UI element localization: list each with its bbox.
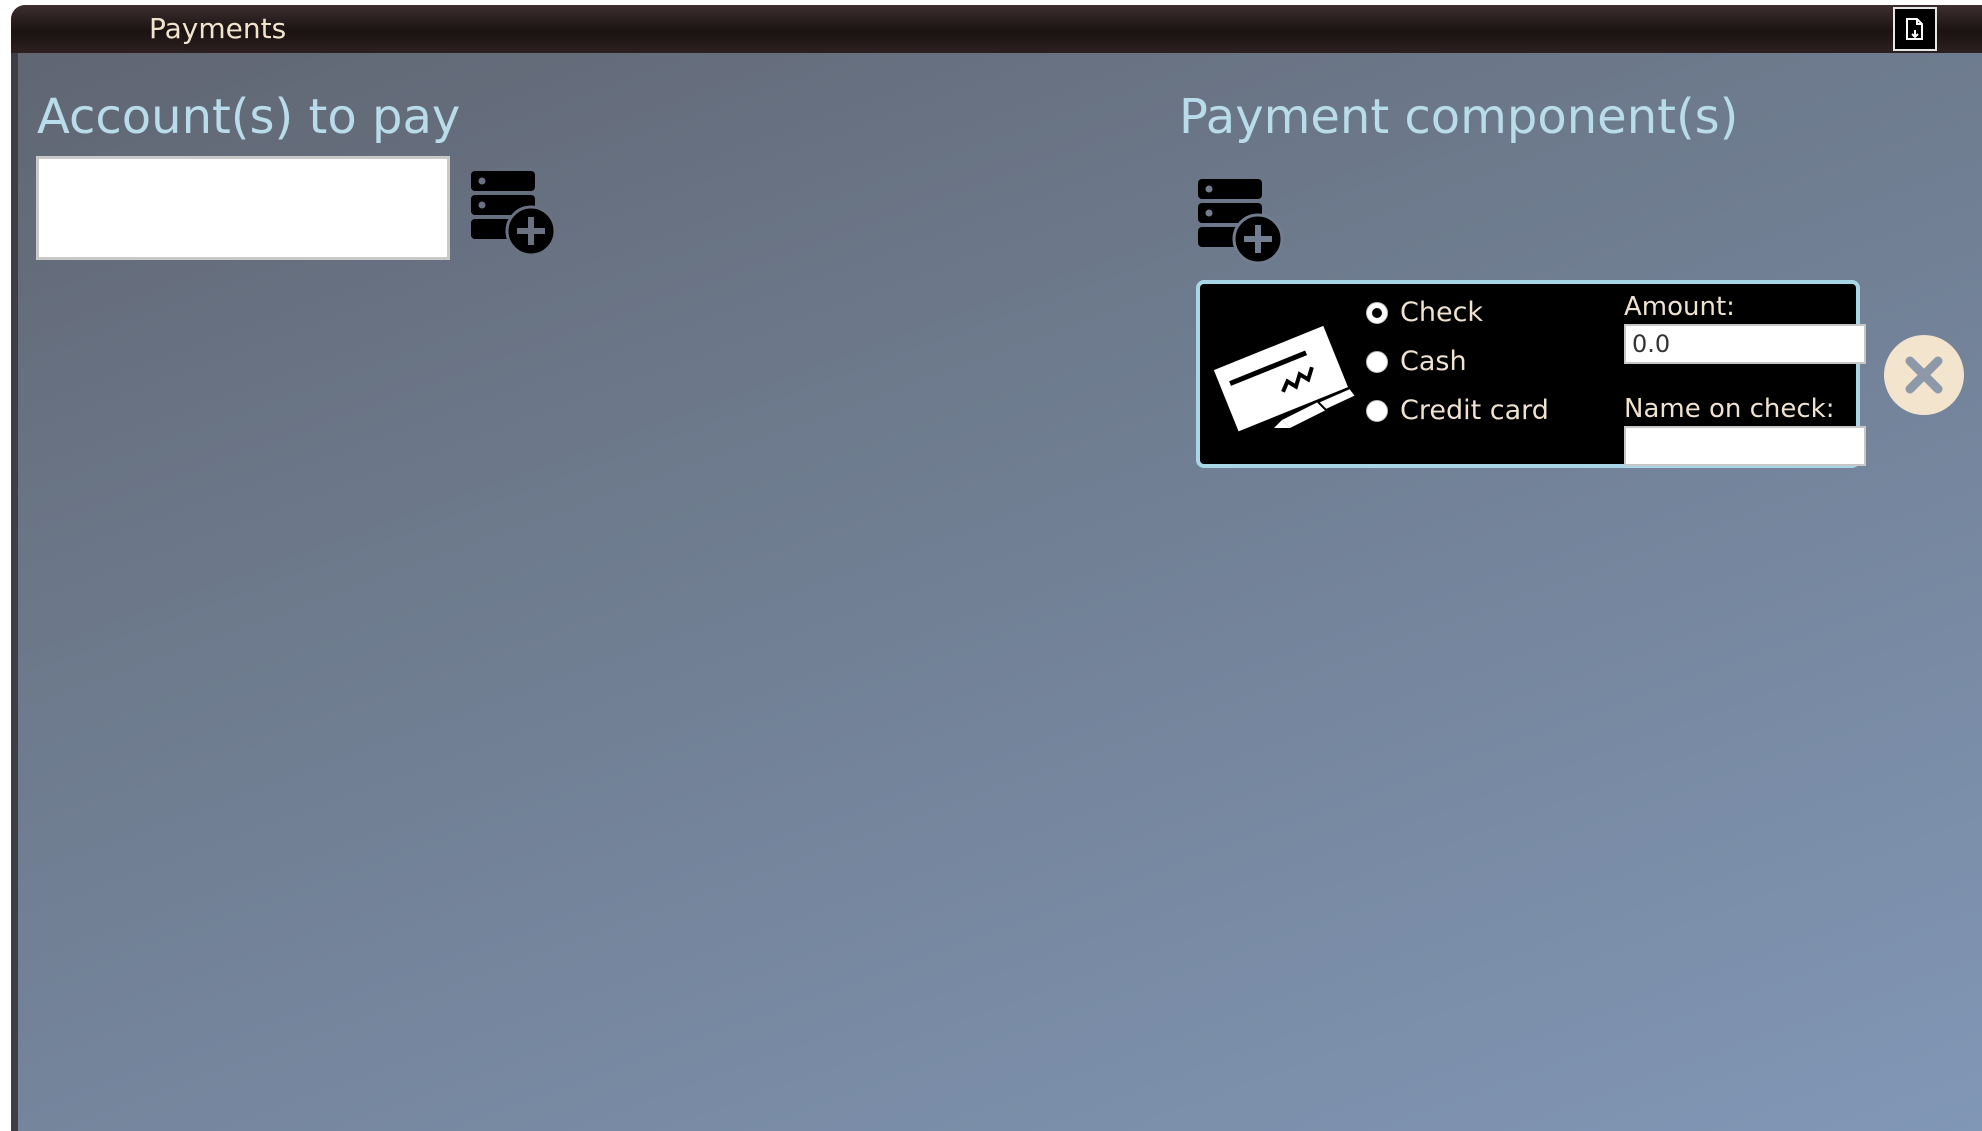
cash-radio-label: Cash	[1400, 346, 1467, 377]
remove-payment-component-button[interactable]	[1884, 335, 1964, 415]
database-add-icon	[1198, 179, 1284, 265]
add-payment-component-button[interactable]	[1194, 175, 1290, 265]
database-add-icon	[471, 171, 557, 257]
payments-window: Payments Account(s) to pay Payment compo…	[11, 5, 1982, 1131]
credit-card-radio[interactable]	[1366, 400, 1388, 422]
name-on-check-input[interactable]	[1624, 426, 1866, 466]
add-account-button[interactable]	[467, 167, 563, 257]
credit-card-radio-label: Credit card	[1400, 395, 1549, 426]
payments-section-title: Payment component(s)	[1179, 89, 1739, 145]
payment-method-credit-card[interactable]: Credit card	[1366, 396, 1549, 426]
window-left-edge	[11, 51, 18, 1131]
window-title: Payments	[149, 12, 287, 45]
payment-method-cash[interactable]: Cash	[1366, 347, 1467, 377]
check-radio-label: Check	[1400, 297, 1484, 328]
title-bar: Payments	[11, 5, 1982, 53]
amount-label: Amount:	[1624, 292, 1735, 322]
account-input[interactable]	[36, 156, 450, 260]
check-payment-icon	[1213, 325, 1358, 432]
close-icon	[1905, 356, 1943, 394]
document-button[interactable]	[1893, 7, 1937, 51]
name-on-check-label: Name on check:	[1624, 394, 1835, 424]
document-icon	[1906, 18, 1923, 40]
payment-method-check[interactable]: Check	[1366, 298, 1483, 328]
check-radio[interactable]	[1366, 302, 1388, 324]
accounts-section-title: Account(s) to pay	[37, 89, 461, 145]
payment-component-card: Check Cash Credit card Amount: Name on c…	[1196, 280, 1866, 468]
amount-input[interactable]	[1624, 324, 1866, 364]
cash-radio[interactable]	[1366, 351, 1388, 373]
